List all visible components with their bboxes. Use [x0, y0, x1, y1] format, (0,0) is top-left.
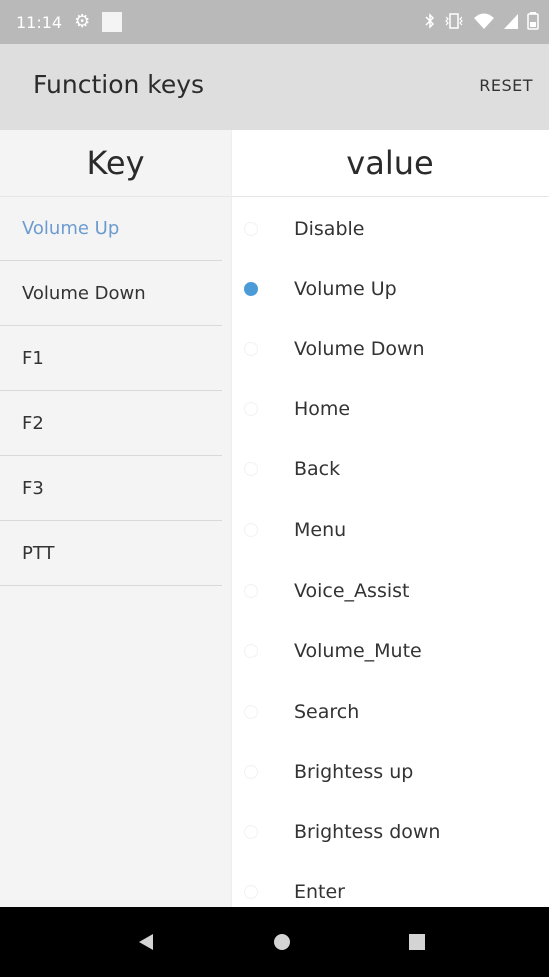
- value-label: Volume Down: [294, 338, 425, 360]
- notification-square-icon: [102, 12, 123, 32]
- value-label: Home: [294, 398, 351, 420]
- key-item-volume-up[interactable]: Volume Up: [0, 197, 222, 261]
- reset-button[interactable]: RESET: [479, 76, 533, 95]
- wifi-icon: [474, 13, 494, 29]
- page-title: Function keys: [33, 70, 205, 99]
- key-list: Volume Up Volume Down F1 F2 F3 PTT: [0, 197, 231, 907]
- radio-button[interactable]: [244, 825, 258, 839]
- app-bar: Function keys RESET: [0, 44, 549, 130]
- radio-button[interactable]: [244, 765, 258, 779]
- value-label: Menu: [294, 519, 347, 541]
- key-column-header: Key: [0, 130, 231, 196]
- value-item-disable[interactable]: Disable: [232, 199, 549, 259]
- radio-button[interactable]: [244, 462, 258, 476]
- key-item-f1[interactable]: F1: [0, 327, 222, 391]
- navigation-bar: [0, 907, 549, 977]
- value-item-back[interactable]: Back: [232, 439, 549, 499]
- value-label: Volume Up: [294, 278, 397, 300]
- status-left: 11:14 ⚙: [16, 11, 123, 32]
- value-label: Disable: [294, 218, 365, 240]
- value-item-voice-assist[interactable]: Voice_Assist: [232, 561, 549, 621]
- table-header: Key value: [0, 130, 549, 197]
- value-label: Enter: [294, 881, 345, 903]
- value-list: Disable Volume Up Volume Down Home Back …: [232, 197, 549, 907]
- value-item-brightess-down[interactable]: Brightess down: [232, 802, 549, 862]
- value-label: Brightess up: [294, 761, 414, 783]
- radio-button[interactable]: [244, 523, 258, 537]
- value-item-home[interactable]: Home: [232, 379, 549, 439]
- signal-icon: [504, 14, 518, 29]
- value-label: Search: [294, 701, 360, 723]
- value-label: Back: [294, 458, 341, 480]
- value-item-volume-mute[interactable]: Volume_Mute: [232, 621, 549, 681]
- vibrate-icon: [445, 13, 463, 29]
- radio-button[interactable]: [244, 342, 258, 356]
- value-item-brightess-up[interactable]: Brightess up: [232, 742, 549, 802]
- recents-icon[interactable]: [405, 930, 429, 954]
- value-label: Volume_Mute: [294, 640, 422, 662]
- back-icon[interactable]: [134, 930, 158, 954]
- value-label: Brightess down: [294, 821, 441, 843]
- radio-button[interactable]: [244, 705, 258, 719]
- status-bar: 11:14 ⚙: [0, 0, 549, 44]
- radio-button[interactable]: [244, 584, 258, 598]
- key-item-f2[interactable]: F2: [0, 392, 222, 456]
- value-item-volume-down[interactable]: Volume Down: [232, 319, 549, 379]
- status-time: 11:14: [16, 12, 63, 32]
- home-icon[interactable]: [270, 930, 294, 954]
- value-item-menu[interactable]: Menu: [232, 500, 549, 560]
- value-column-header: value: [346, 144, 434, 182]
- key-item-volume-down[interactable]: Volume Down: [0, 262, 222, 326]
- value-label: Voice_Assist: [294, 580, 410, 602]
- radio-button[interactable]: [244, 402, 258, 416]
- value-item-volume-up[interactable]: Volume Up: [232, 259, 549, 319]
- value-item-enter[interactable]: Enter: [232, 862, 549, 907]
- bluetooth-icon: [425, 13, 435, 29]
- radio-button[interactable]: [244, 644, 258, 658]
- radio-button-checked[interactable]: [244, 282, 258, 296]
- value-item-search[interactable]: Search: [232, 682, 549, 742]
- gear-icon: ⚙: [74, 11, 91, 32]
- radio-button[interactable]: [244, 885, 258, 899]
- status-right: [425, 12, 539, 30]
- battery-icon: [527, 12, 539, 30]
- key-item-f3[interactable]: F3: [0, 457, 222, 521]
- key-item-ptt[interactable]: PTT: [0, 522, 222, 586]
- radio-button[interactable]: [244, 222, 258, 236]
